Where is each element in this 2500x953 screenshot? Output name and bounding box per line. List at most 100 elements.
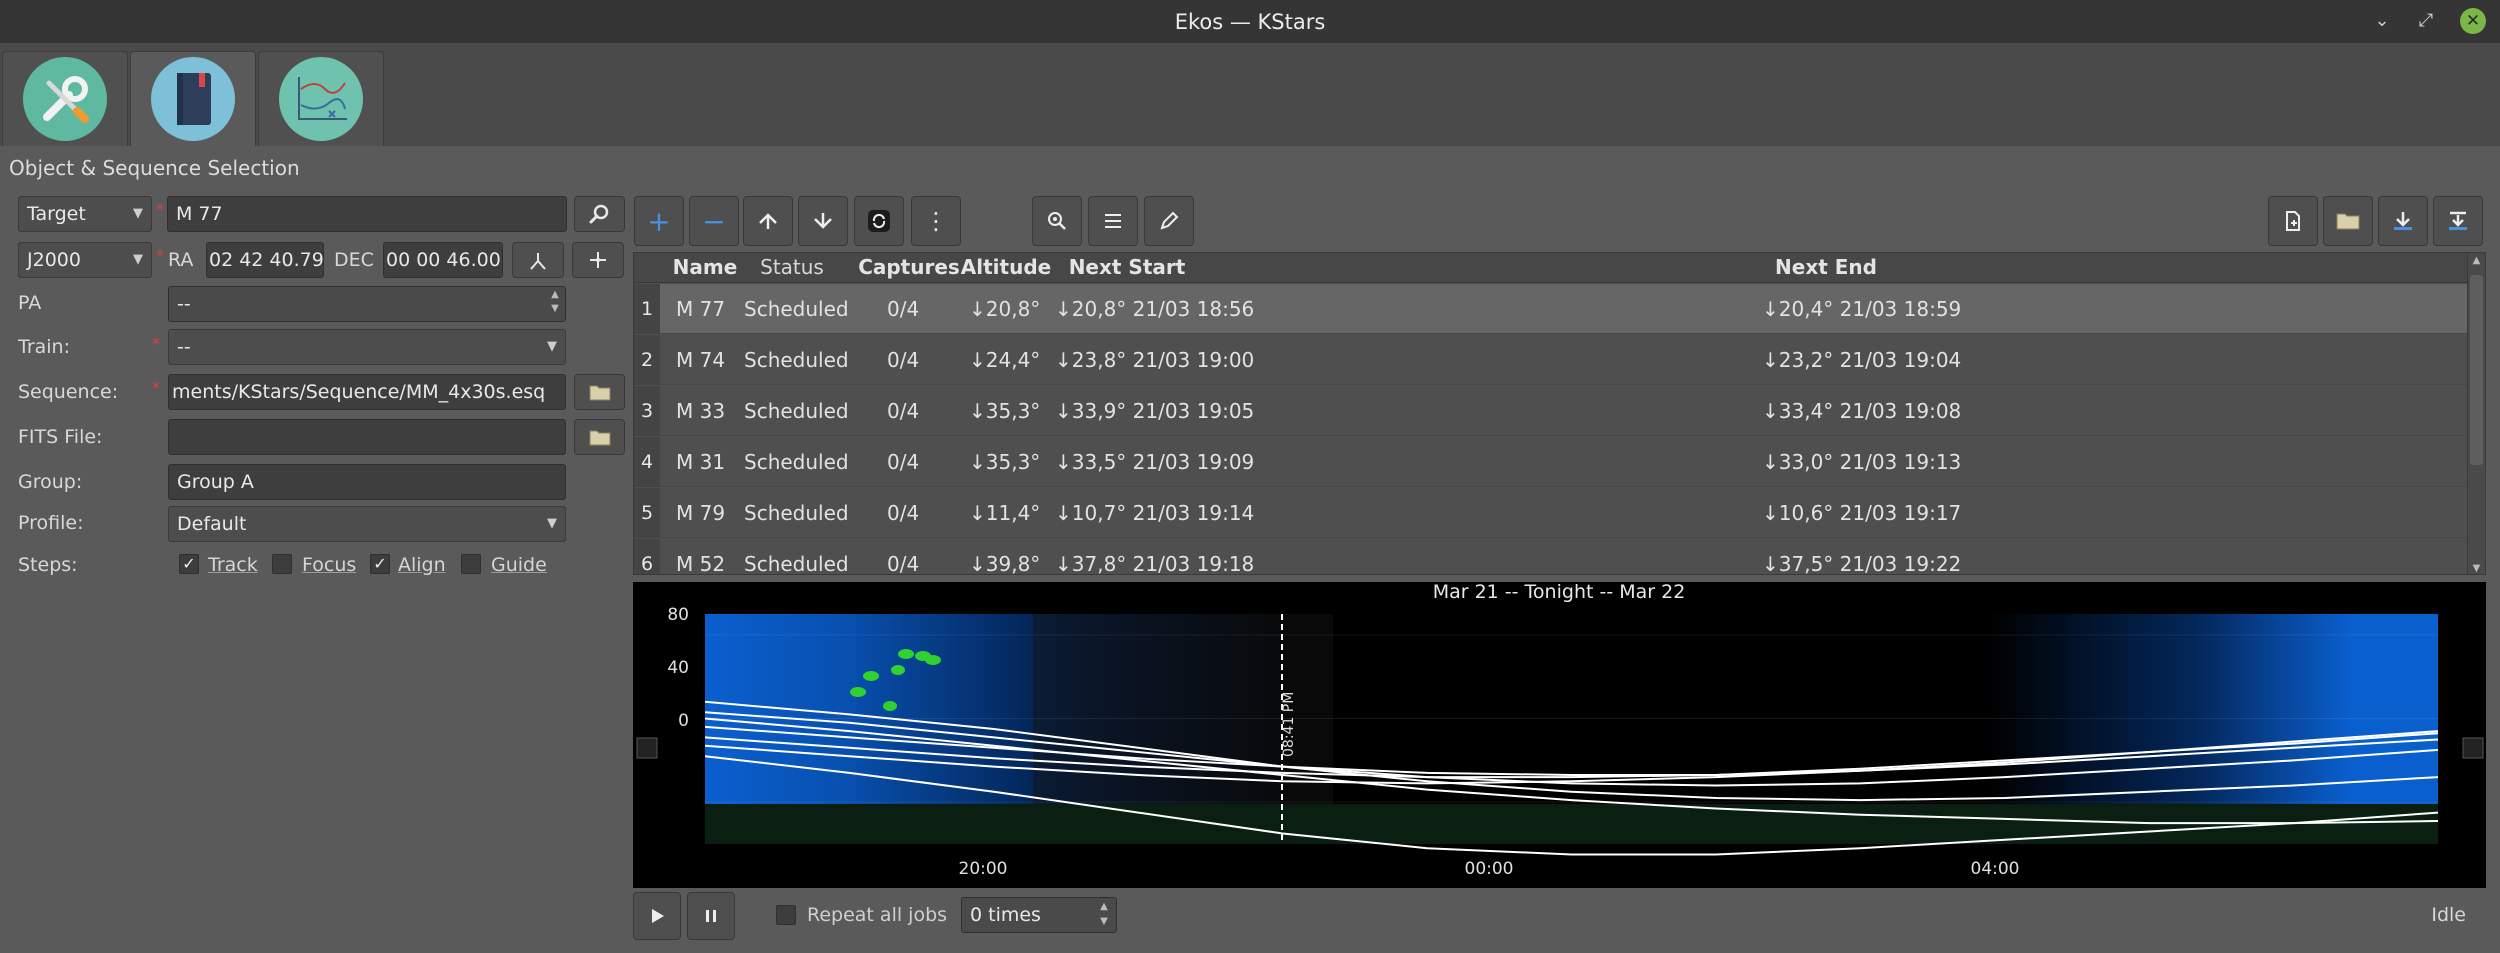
epoch-select[interactable]: J2000 ▼ [18,242,152,278]
zoom-button[interactable] [1032,196,1082,246]
spin-arrows-icon[interactable]: ▲ ▼ [1095,899,1113,931]
save-as-button[interactable] [2433,196,2483,246]
pa-spinbox[interactable]: -- [168,286,566,322]
job-next-end: ↓20,4° 21/03 18:59 [1762,297,1962,321]
column-status[interactable]: Status [737,255,847,279]
train-select[interactable]: -- ▼ [168,329,566,365]
column-altitude[interactable]: Altitude [956,255,1056,279]
tab-setup[interactable] [2,51,128,146]
column-next-start[interactable]: Next Start [1047,255,1207,279]
job-name: M 77 [676,297,726,321]
close-icon[interactable]: ✕ [2460,8,2486,34]
add-job-button[interactable]: + [634,196,684,246]
fits-input[interactable] [168,419,566,455]
arrow-up-icon [759,213,777,229]
profile-select[interactable]: Default ▼ [168,506,566,542]
scroll-down-icon[interactable]: ▼ [2470,563,2483,574]
select-fits-button[interactable] [574,419,625,455]
y-tick-label: 80 [667,605,689,625]
new-schedule-button[interactable] [2268,196,2318,246]
ra-label: RA [168,249,194,271]
list-icon [1105,214,1121,228]
zoom-icon [1048,212,1066,230]
center-button[interactable] [572,242,624,278]
required-marker: * [152,334,160,353]
y-tick-label: 0 [678,711,689,731]
find-object-button[interactable] [574,196,625,232]
altitude-graph[interactable]: 08:41 PM Mar 21 -- Tonight -- Mar 22 80 … [633,581,2486,888]
train-label: Train: [18,336,70,358]
select-sequence-button[interactable] [574,374,625,410]
plus-icon: + [647,204,671,238]
more-options-button[interactable]: ⋮ [911,196,961,246]
job-next-start: ↓33,5° 21/03 19:09 [1055,450,1255,474]
ra-input[interactable]: 02 42 40.79 [206,242,324,278]
scheduler-status: Idle [2431,904,2466,926]
scroll-left-button[interactable] [636,737,658,759]
repeat-all-checkbox[interactable] [776,905,796,925]
table-row[interactable]: 3 M 33 Scheduled 0/4 ↓35,3° ↓33,9° 21/03… [634,386,2469,436]
focus-checkbox[interactable] [272,554,292,574]
tab-scheduler[interactable] [130,51,256,146]
align-checkbox[interactable]: ✓ [370,554,390,574]
table-row[interactable]: 4 M 31 Scheduled 0/4 ↓35,3° ↓33,5° 21/03… [634,437,2469,487]
scroll-right-button[interactable] [2462,737,2484,759]
guide-checkbox[interactable] [461,554,481,574]
column-name[interactable]: Name [670,255,740,279]
job-name: M 31 [676,450,726,474]
table-row[interactable]: 6 M 52 Scheduled 0/4 ↓39,8° ↓37,8° 21/03… [634,539,2469,575]
telescope-coords-button[interactable] [512,242,564,278]
job-next-start: ↓37,8° 21/03 19:18 [1055,552,1255,575]
target-mode-value: Target [27,203,86,225]
column-captures[interactable]: Captures [854,255,964,279]
dec-input[interactable]: 00 00 46.00 [383,242,503,278]
table-row[interactable]: 2 M 74 Scheduled 0/4 ↓24,4° ↓23,8° 21/03… [634,335,2469,385]
restore-icon[interactable]: ⤢ [2414,9,2438,33]
job-marker [898,649,914,659]
remove-job-button[interactable]: − [689,196,739,246]
pause-scheduler-button[interactable] [687,892,735,940]
tab-analyze[interactable] [258,51,384,146]
scrollbar-thumb[interactable] [2470,275,2483,465]
move-up-button[interactable] [743,196,793,246]
play-icon [652,909,664,923]
chevron-down-icon: ▼ [547,516,557,531]
chevron-down-icon: ▼ [133,252,143,267]
target-mode-select[interactable]: Target ▼ [18,196,152,232]
sequence-input[interactable]: ments/KStars/Sequence/MM_4x30s.esq [168,374,566,410]
reset-button[interactable] [854,196,904,246]
now-label: 08:41 PM [1281,692,1297,757]
required-marker: * [156,246,164,265]
row-number: 2 [634,335,660,385]
spin-arrows-icon[interactable]: ▲ ▼ [546,288,564,320]
group-input[interactable]: Group A [168,464,566,500]
repeat-times-spinbox[interactable]: 0 times [961,897,1117,933]
row-number: 4 [634,437,660,487]
minimize-icon[interactable]: ⌄ [2370,9,2394,33]
list-view-button[interactable] [1088,196,1138,246]
job-next-end: ↓33,4° 21/03 19:08 [1762,399,1962,423]
start-scheduler-button[interactable] [633,892,681,940]
column-next-end[interactable]: Next End [1746,255,1906,279]
table-row[interactable]: 1 M 77 Scheduled 0/4 ↓20,8° ↓20,8° 21/03… [634,284,2469,334]
track-checkbox[interactable]: ✓ [179,554,199,574]
chevron-down-icon: ▼ [547,339,557,354]
plot-title: Mar 21 -- Tonight -- Mar 22 [1433,582,1686,603]
job-altitude: ↓35,3° [969,450,1041,474]
minus-icon: − [702,204,726,238]
scroll-up-icon[interactable]: ▲ [2470,255,2483,266]
job-status: Scheduled [744,399,849,423]
save-schedule-button[interactable] [2378,196,2428,246]
required-marker: * [152,378,160,397]
row-number: 6 [634,539,660,574]
open-schedule-button[interactable] [2323,196,2373,246]
job-next-end: ↓10,6° 21/03 19:17 [1762,501,1962,525]
table-row[interactable]: 5 M 79 Scheduled 0/4 ↓11,4° ↓10,7° 21/03… [634,488,2469,538]
row-number: 1 [634,284,660,334]
table-scrollbar[interactable]: ▲ ▼ [2467,253,2485,574]
move-down-button[interactable] [798,196,848,246]
edit-button[interactable] [1144,196,1194,246]
target-input[interactable]: M 77 [167,196,567,232]
job-name: M 52 [676,552,726,575]
train-value: -- [177,336,191,358]
